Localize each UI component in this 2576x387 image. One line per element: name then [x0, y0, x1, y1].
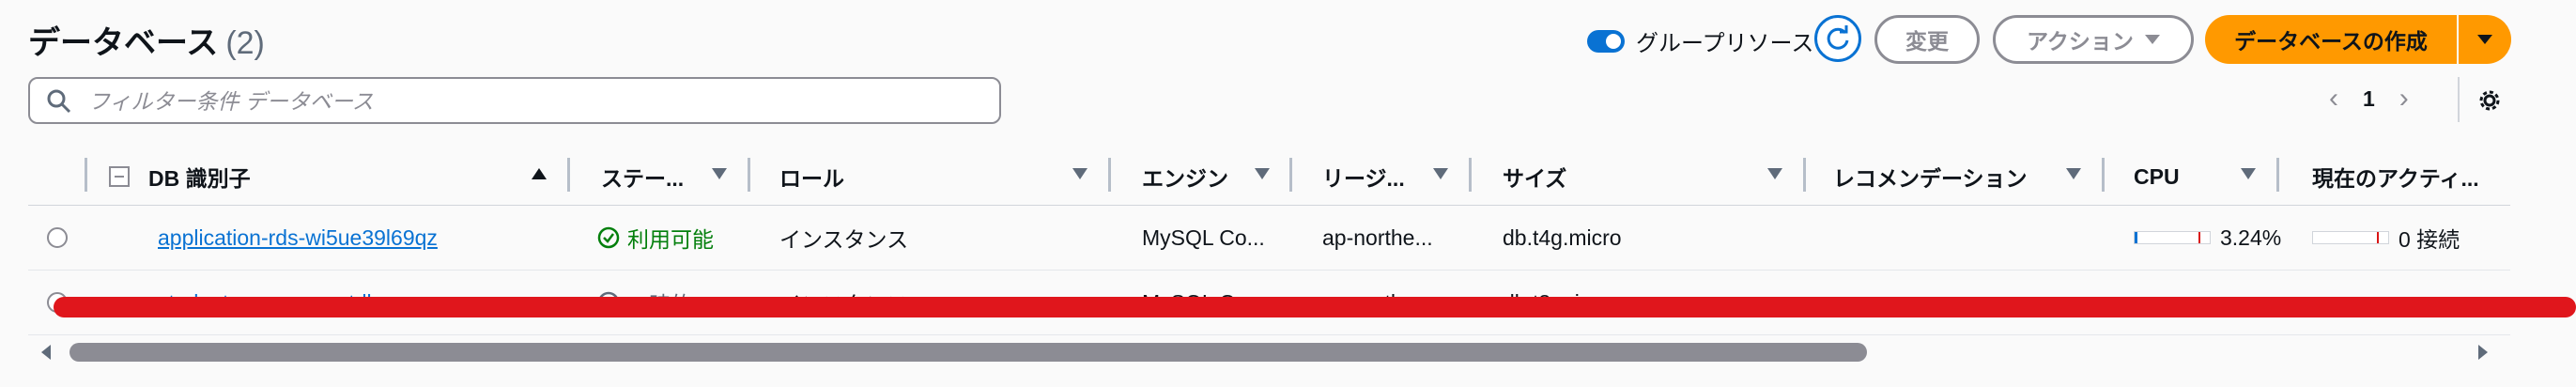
toggle-switch[interactable]	[1587, 29, 1625, 53]
create-database-button[interactable]: データベースの作成	[2205, 15, 2457, 64]
column-label: レコメンデーション	[1833, 166, 2028, 191]
column-header-cpu[interactable]: CPU	[2134, 148, 2180, 205]
check-circle-icon	[597, 226, 620, 249]
cpu-meter	[2134, 231, 2211, 244]
cpu-threshold-mark	[2198, 232, 2200, 243]
pagination: ‹ 1 ›	[2329, 85, 2409, 113]
activity-meter	[2312, 231, 2389, 244]
filter-input[interactable]	[86, 85, 982, 118]
modify-label: 変更	[1905, 29, 1949, 54]
row-select[interactable]	[47, 206, 68, 270]
current-page[interactable]: 1	[2363, 86, 2375, 112]
horizontal-scrollbar[interactable]	[28, 338, 2510, 366]
column-label: リージ...	[1322, 166, 1405, 191]
checkbox-indeterminate-icon	[109, 166, 130, 187]
sort-indicator	[1072, 168, 1087, 179]
region-cell: ap-northe...	[1322, 224, 1433, 250]
caret-down-icon	[2477, 35, 2492, 44]
refresh-icon	[1827, 25, 1849, 50]
group-resources-label: グループリソース	[1636, 31, 1814, 56]
cpu-cell: 3.24%	[2134, 206, 2281, 270]
filter-field[interactable]	[28, 77, 1001, 124]
sort-indicator	[1255, 168, 1270, 179]
status-cell: 利用可能	[597, 206, 714, 270]
divider	[2458, 77, 2460, 122]
search-icon	[47, 89, 71, 114]
sort-indicator	[712, 168, 727, 179]
red-strike-overlay	[54, 297, 2576, 317]
select-all-checkbox[interactable]	[109, 148, 130, 205]
cpu-meter-fill	[2135, 232, 2137, 243]
column-divider[interactable]	[1289, 158, 1292, 192]
column-label: ロール	[779, 166, 844, 191]
column-divider[interactable]	[2102, 158, 2105, 192]
scrollbar-thumb[interactable]	[69, 343, 1867, 362]
role-cell: インスタンス	[779, 227, 909, 252]
column-header-recommendation[interactable]: レコメンデーション	[1833, 148, 2028, 205]
table-header: DB 識別子 ステー... ロール エンジン リージ... サイズ レコメンデー…	[28, 148, 2510, 206]
sort-indicator	[1767, 168, 1782, 179]
page-title: データベース (2)	[28, 17, 265, 63]
column-divider[interactable]	[567, 158, 570, 192]
sort-ascending-indicator	[532, 168, 547, 179]
column-header-engine[interactable]: エンジン	[1142, 148, 1228, 205]
db-identifier-link[interactable]: application-rds-wi5ue39l69qz	[158, 206, 438, 270]
scroll-right-icon[interactable]	[2478, 345, 2488, 360]
column-label: ステー...	[601, 166, 685, 191]
size-cell: db.t4g.micro	[1503, 224, 1622, 250]
actions-dropdown-button[interactable]: アクション	[1993, 15, 2194, 64]
scroll-left-icon[interactable]	[41, 345, 51, 360]
resource-count: (2)	[225, 25, 265, 61]
column-label: CPU	[2134, 163, 2180, 189]
create-database-dropdown[interactable]	[2459, 15, 2511, 64]
caret-down-icon	[2144, 35, 2160, 44]
status-text: 利用可能	[627, 227, 714, 252]
column-label: エンジン	[1142, 166, 1228, 191]
column-label: DB 識別子	[148, 166, 251, 191]
activity-cell: 0 接続	[2312, 206, 2460, 270]
gear-icon[interactable]	[2476, 86, 2504, 115]
column-divider[interactable]	[2276, 158, 2279, 192]
engine-cell: MySQL Co...	[1142, 224, 1265, 250]
actions-label: アクション	[2027, 29, 2134, 54]
sort-indicator	[1433, 168, 1448, 179]
activity-value: 0 接続	[2399, 227, 2460, 252]
sort-indicator	[2241, 168, 2256, 179]
cpu-value: 3.24%	[2220, 224, 2282, 250]
column-divider[interactable]	[1108, 158, 1111, 192]
table-row[interactable]: application-rds-wi5ue39l69qz 利用可能 インスタンス…	[28, 206, 2510, 271]
column-divider[interactable]	[1469, 158, 1472, 192]
modify-button[interactable]: 変更	[1874, 15, 1980, 64]
column-header-status[interactable]: ステー...	[601, 148, 684, 205]
group-resources-toggle[interactable]: グループリソース	[1587, 24, 1813, 57]
column-header-region[interactable]: リージ...	[1322, 148, 1405, 205]
column-header-activity[interactable]: 現在のアクティ...	[2312, 148, 2479, 205]
column-header-db-id[interactable]: DB 識別子	[148, 148, 251, 205]
row-radio[interactable]	[47, 227, 68, 248]
create-database-label: データベースの作成	[2234, 29, 2428, 54]
next-page-icon[interactable]: ›	[2399, 85, 2409, 113]
column-divider[interactable]	[748, 158, 750, 192]
refresh-button[interactable]	[1814, 15, 1861, 62]
previous-page-icon[interactable]: ‹	[2329, 85, 2338, 113]
column-label: サイズ	[1503, 166, 1567, 191]
column-header-role[interactable]: ロール	[779, 148, 844, 205]
column-divider[interactable]	[85, 158, 87, 192]
sort-indicator	[2066, 168, 2081, 179]
title-text: データベース	[28, 25, 219, 61]
column-divider[interactable]	[1803, 158, 1806, 192]
column-header-size[interactable]: サイズ	[1503, 148, 1566, 205]
column-label: 現在のアクティ...	[2312, 166, 2479, 191]
activity-threshold-mark	[2377, 232, 2379, 243]
